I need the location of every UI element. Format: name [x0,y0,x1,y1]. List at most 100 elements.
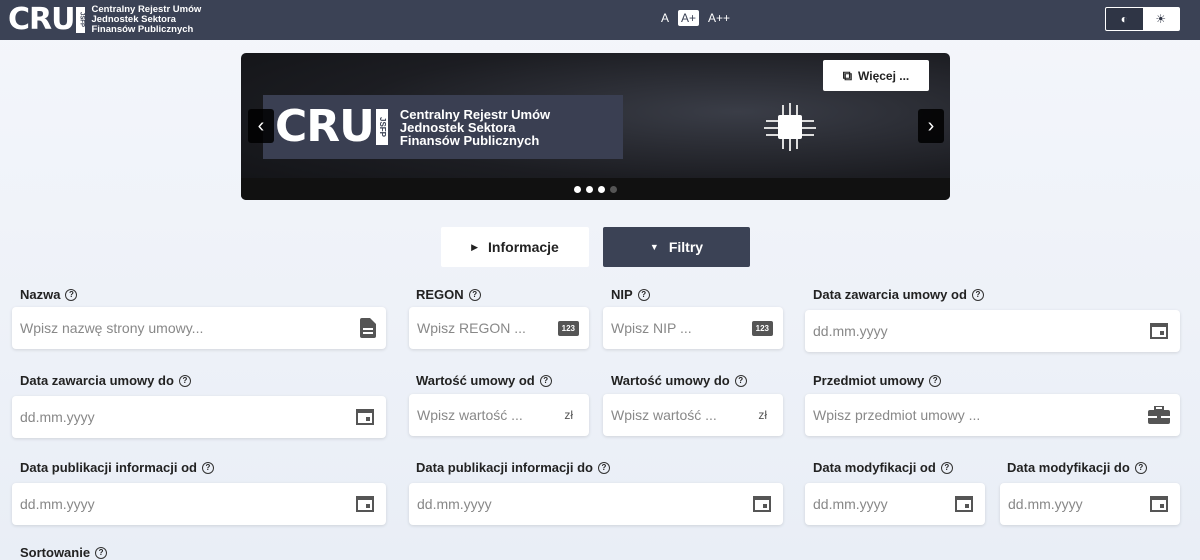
calendar-icon[interactable] [1150,323,1168,339]
top-bar: CRU JSFP Centralny Rejestr Umów Jednoste… [0,0,1200,40]
data-zawarcia-do-label-text: Data zawarcia umowy do [20,373,174,388]
help-icon[interactable]: ? [637,288,650,301]
wartosc-od-label-text: Wartość umowy od [416,373,535,388]
calendar-icon[interactable] [356,496,374,512]
banner-carousel: CRU JSFP Centralny Rejestr Umów Jednoste… [241,53,950,200]
carousel-dot[interactable] [574,185,581,193]
help-icon[interactable]: ? [539,374,552,387]
help-icon[interactable]: ? [734,374,747,387]
wartosc-od-field: zł [409,394,589,436]
more-button[interactable]: ⧉ Więcej ... [823,60,929,91]
help-icon[interactable]: ? [597,461,610,474]
help-icon[interactable]: ? [971,288,984,301]
sun-icon[interactable]: ☀ [1142,8,1179,30]
document-icon [360,318,376,338]
banner-logo-badge: JSFP [375,109,388,145]
caret-down-icon: ▼ [649,242,659,252]
help-icon[interactable]: ? [940,461,953,474]
publikacja-do-label-text: Data publikacji informacji do [416,460,593,475]
filters-toggle-label: Filtry [668,239,704,255]
wartosc-od-label: Wartość umowy od ? [416,373,552,388]
przedmiot-field [805,394,1180,436]
help-icon[interactable]: ? [65,288,78,301]
banner-subtitle-line: Jednostek Sektora [399,119,516,135]
modyfikacja-od-field [805,483,985,525]
help-icon[interactable]: ? [95,546,108,559]
data-zawarcia-do-input[interactable] [12,409,356,425]
currency-unit: zł [564,408,573,422]
modyfikacja-do-label-text: Data modyfikacji do [1007,460,1130,475]
font-size-large[interactable]: A+ [678,10,700,26]
information-toggle-button[interactable]: ▶ Informacje [441,227,589,267]
help-icon[interactable]: ? [468,288,481,301]
logo-subtitle-line: Finansów Publicznych [91,24,194,35]
help-icon[interactable]: ? [201,461,214,474]
font-size-xlarge[interactable]: A++ [705,10,733,26]
publikacja-od-label: Data publikacji informacji od ? [20,460,214,475]
calendar-icon[interactable] [753,496,771,512]
nazwa-label-text: Nazwa [20,287,61,302]
data-zawarcia-od-label: Data zawarcia umowy od ? [813,287,984,302]
more-button-label: Więcej ... [858,68,910,83]
regon-label: REGON ? [416,287,481,302]
regon-input[interactable] [409,320,558,336]
wartosc-do-field: zł [603,394,783,436]
nazwa-label: Nazwa ? [20,287,78,302]
data-zawarcia-do-label: Data zawarcia umowy do ? [20,373,191,388]
sortowanie-label: Sortowanie ? [20,545,108,560]
filters-toggle-button[interactable]: ▼ Filtry [603,227,750,267]
modyfikacja-od-input[interactable] [805,496,955,512]
nip-label: NIP ? [611,287,650,302]
modyfikacja-od-label-text: Data modyfikacji od [813,460,936,475]
carousel-next-button[interactable]: › [918,109,944,143]
nip-input[interactable] [603,320,752,336]
carousel-dot[interactable] [610,185,617,193]
calendar-icon[interactable] [356,409,374,425]
data-zawarcia-od-field [805,310,1180,352]
help-icon[interactable]: ? [1134,461,1147,474]
information-toggle-label: Informacje [488,239,559,255]
currency-unit: zł [758,408,767,422]
regon-field: 123 [409,307,589,349]
modyfikacja-do-label: Data modyfikacji do ? [1007,460,1147,475]
modyfikacja-od-label: Data modyfikacji od ? [813,460,953,475]
briefcase-icon [1148,406,1170,424]
contrast-icon[interactable]: ◐ [1106,8,1143,30]
font-size-normal[interactable]: A [658,10,672,26]
external-link-icon: ⧉ [842,67,853,83]
carousel-dot[interactable] [586,185,593,193]
logo-badge: JSFP [76,7,86,33]
logo-text: CRU [8,2,75,37]
logo-subtitle: Centralny Rejestr Umów Jednostek Sektora… [91,5,201,35]
modyfikacja-do-input[interactable] [1000,496,1150,512]
data-zawarcia-od-input[interactable] [805,323,1150,339]
publikacja-do-label: Data publikacji informacji do ? [416,460,610,475]
wartosc-do-input[interactable] [603,407,759,423]
help-icon[interactable]: ? [178,374,191,387]
help-icon[interactable]: ? [929,374,942,387]
banner-logo-text: CRU [275,101,375,152]
carousel-prev-button[interactable]: ‹ [248,109,274,143]
caret-right-icon: ▶ [471,241,479,252]
contrast-toggle[interactable]: ◐ ☀ [1105,7,1180,31]
nip-field: 123 [603,307,783,349]
publikacja-od-label-text: Data publikacji informacji od [20,460,197,475]
site-logo[interactable]: CRU JSFP Centralny Rejestr Umów Jednoste… [8,3,201,37]
wartosc-od-input[interactable] [409,407,565,423]
regon-label-text: REGON [416,287,464,302]
calendar-icon[interactable] [955,496,973,512]
numeric-icon: 123 [751,320,773,336]
nazwa-input[interactable] [12,320,360,336]
nazwa-field [12,307,386,349]
banner-logo-subtitle: Centralny Rejestr Umów Jednostek Sektora… [400,108,550,147]
publikacja-od-input[interactable] [12,496,356,512]
publikacja-do-input[interactable] [409,496,753,512]
przedmiot-input[interactable] [805,407,1148,423]
numeric-icon: 123 [557,320,579,336]
data-zawarcia-do-field [12,396,386,438]
calendar-icon[interactable] [1150,496,1168,512]
przedmiot-label-text: Przedmiot umowy [813,373,925,388]
carousel-dot[interactable] [598,185,605,193]
microchip-icon [761,103,819,151]
publikacja-do-field [409,483,783,525]
